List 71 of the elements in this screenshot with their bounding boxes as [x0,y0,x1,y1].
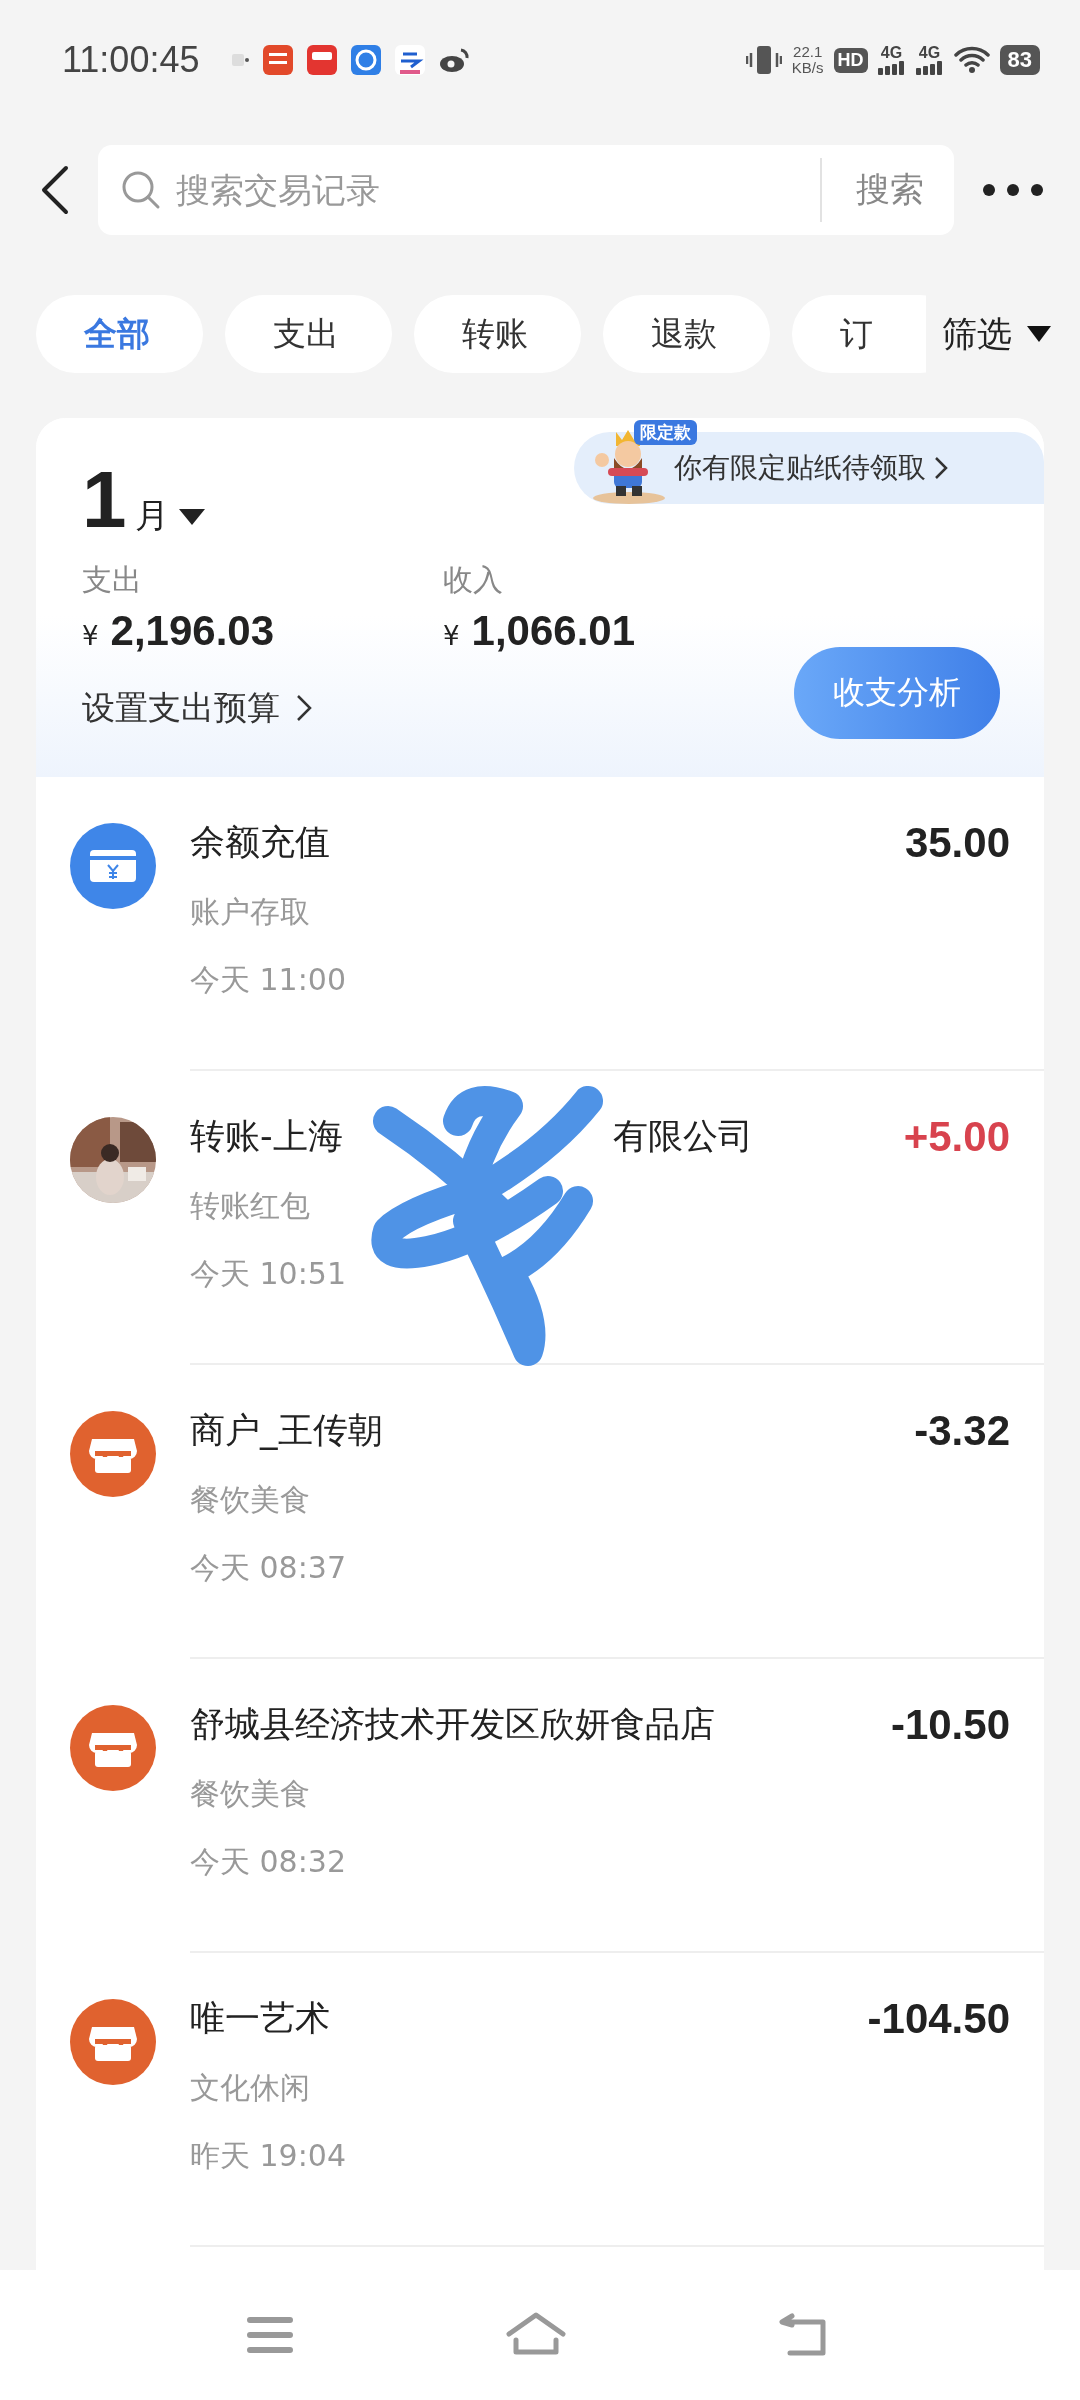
battery-indicator: 83 [999,45,1040,75]
status-time: 11:00:45 [62,39,200,81]
shop-icon [70,1705,156,1791]
income-amount: 1,066.01 [471,607,636,655]
dropdown-icon [1026,325,1052,343]
transaction-item[interactable]: 舒城县经济技术开发区欣妍食品店 -10.50 餐饮美食 今天 08:32 [36,1659,1044,1953]
transaction-title: 转账-上海 [190,1115,343,1158]
filter-chip[interactable]: 订 [792,295,926,373]
month-selector[interactable]: 1 月 [82,458,207,542]
transaction-item[interactable]: 商户_王传朝 -3.32 餐饮美食 今天 08:37 [36,1365,1044,1659]
search-button[interactable]: 搜索 [834,167,954,213]
chevron-right-icon [934,456,948,480]
transaction-title: 唯一艺术 [190,1997,330,2040]
transaction-time: 今天 08:37 [190,1549,347,1587]
transaction-amount: -104.50 [867,1995,1010,2043]
network-type: 4G [880,45,903,61]
limited-tag: 限定款 [634,420,697,445]
transaction-time: 昨天 19:04 [190,2137,347,2175]
transaction-category: 餐饮美食 [190,1775,311,1813]
search-icon [120,169,162,211]
transaction-category: 文化休闲 [190,2069,311,2107]
card-icon [70,823,156,909]
back-icon[interactable] [40,165,70,215]
signal-icon [877,61,906,75]
more-icon[interactable] [982,183,1044,197]
transaction-time: 今天 08:32 [190,1843,347,1881]
currency-sign: ¥ [443,621,460,651]
transaction-title: 余额充值 [190,821,330,864]
wifi-icon [953,46,990,74]
chevron-right-icon [296,694,312,722]
expense-amount: 2,196.03 [110,607,275,655]
vibrate-icon [745,44,782,76]
transaction-title: 舒城县经济技术开发区欣妍食品店 [190,1703,715,1746]
app-icon [351,45,382,75]
app-icon [263,45,294,75]
transaction-category: 餐饮美食 [190,1481,311,1519]
app-icon [395,45,426,75]
transaction-time: 今天 10:51 [190,1255,347,1293]
transaction-category: 账户存取 [190,893,311,931]
search-field[interactable]: 搜索交易记录 搜索 [98,145,954,235]
filter-chip[interactable]: 退款 [603,295,770,373]
back-nav-icon[interactable] [778,2313,828,2357]
transaction-amount: 35.00 [904,819,1010,867]
speed-unit: KB/s [791,60,824,76]
home-icon[interactable] [506,2312,566,2358]
hd-badge: HD [833,47,868,73]
menu-icon[interactable] [246,2315,294,2355]
signal-icon [915,61,944,75]
transaction-item[interactable]: 转账-上海 有限公司 +5.00 转账红包 今天 10:51 [36,1071,1044,1365]
filter-chip[interactable]: 支出 [225,295,392,373]
transaction-item[interactable]: 余额充值 35.00 账户存取 今天 11:00 [36,777,1044,1071]
filter-chip[interactable]: 转账 [414,295,581,373]
filter-chip[interactable]: 全部 [36,295,203,373]
transaction-category: 转账红包 [190,1187,311,1225]
transaction-item[interactable]: 唯一艺术 -104.50 文化休闲 昨天 19:04 [36,1953,1044,2247]
transaction-amount: -3.32 [914,1407,1010,1455]
expense-label: 支出 [82,561,143,599]
transaction-title: 商户_王传朝 [190,1409,383,1452]
currency-sign: ¥ [82,621,99,651]
transaction-title: 有限公司 [612,1115,753,1158]
transaction-time: 今天 11:00 [190,961,347,999]
transaction-amount: +5.00 [903,1113,1010,1161]
budget-link[interactable]: 设置支出预算 [82,685,312,731]
app-icon [307,45,338,75]
shop-icon [70,1999,156,2085]
transaction-amount: -10.50 [890,1701,1010,1749]
network-type: 4G [918,45,941,61]
speed-value: 22.1 [793,44,823,60]
shop-icon [70,1411,156,1497]
income-label: 收入 [443,561,504,599]
dropdown-icon [176,507,207,527]
